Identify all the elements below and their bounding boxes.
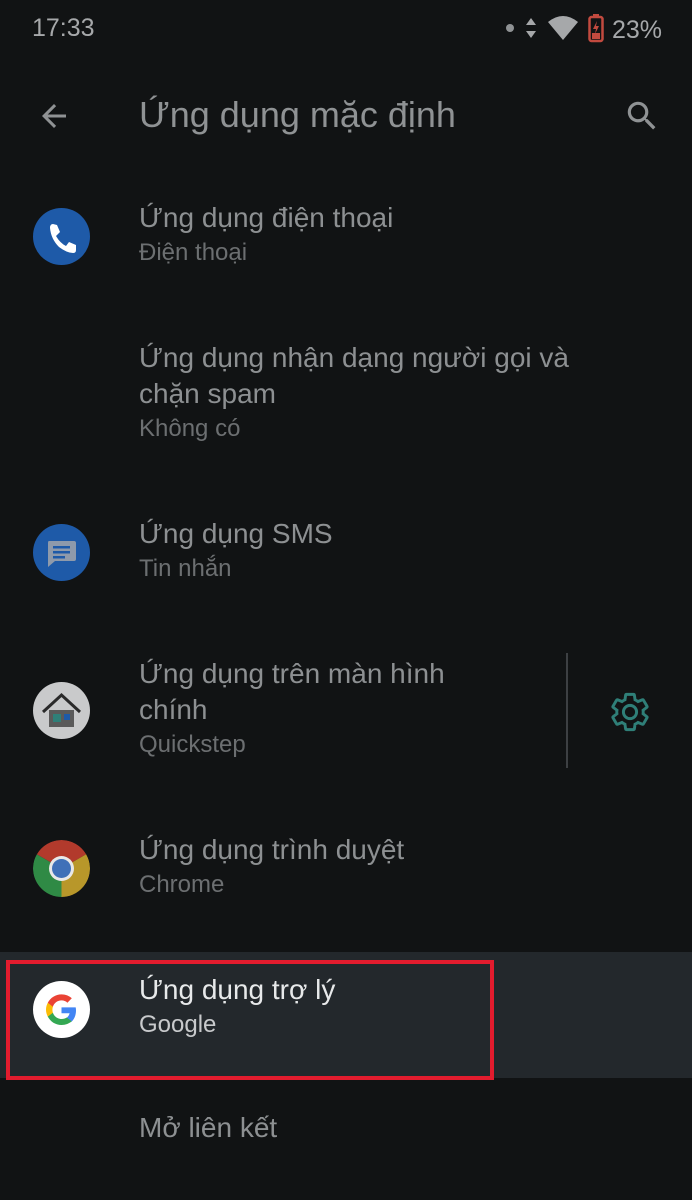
wifi-icon xyxy=(546,12,580,49)
gear-icon xyxy=(611,692,649,732)
item-title: Mở liên kết xyxy=(139,1112,278,1143)
item-subtitle: Điện thoại xyxy=(139,239,248,266)
item-subtitle: Tin nhắn xyxy=(139,555,232,582)
notification-dot-icon xyxy=(504,12,516,49)
status-icons: 23% xyxy=(504,12,662,49)
item-title: Ứng dụng SMS xyxy=(139,518,333,549)
back-arrow-icon xyxy=(42,104,66,128)
item-title-line1: Ứng dụng nhận dạng người gọi và xyxy=(139,342,570,373)
highlight-frame xyxy=(6,960,494,1080)
home-app-settings-button[interactable] xyxy=(604,686,656,738)
home-launcher-icon xyxy=(33,682,90,739)
list-item-sms-app[interactable]: Ứng dụng SMS Tin nhắn xyxy=(0,496,692,606)
item-title: Ứng dụng điện thoại xyxy=(139,202,394,233)
vertical-divider xyxy=(566,653,568,768)
item-subtitle: Quickstep xyxy=(139,731,246,758)
page-title: Ứng dụng mặc định xyxy=(139,94,456,135)
back-button[interactable] xyxy=(28,90,80,142)
status-bar: 17:33 23% xyxy=(0,0,692,60)
messages-icon xyxy=(33,524,90,581)
list-item-phone-app[interactable]: Ứng dụng điện thoại Điện thoại xyxy=(0,180,692,290)
item-title: Ứng dụng trình duyệt xyxy=(139,834,405,865)
list-item-browser-app[interactable]: Ứng dụng trình duyệt Chrome xyxy=(0,812,692,924)
item-subtitle: Không có xyxy=(139,415,241,442)
item-title-line2: chặn spam xyxy=(139,378,276,409)
item-title-line2: chính xyxy=(139,694,208,725)
phone-icon xyxy=(33,208,90,265)
list-item-caller-id-spam-app[interactable]: Ứng dụng nhận dạng người gọi và chặn spa… xyxy=(0,320,692,460)
data-transfer-icon xyxy=(524,12,538,49)
app-bar: Ứng dụng mặc định xyxy=(0,80,692,152)
search-icon xyxy=(627,101,656,130)
item-title-line1: Ứng dụng trên màn hình xyxy=(139,658,445,689)
status-time: 17:33 xyxy=(32,14,95,42)
battery-percent: 23% xyxy=(611,15,662,44)
search-button[interactable] xyxy=(616,90,668,142)
list-item-home-app[interactable]: Ứng dụng trên màn hình chính Quickstep xyxy=(0,636,692,776)
item-subtitle: Chrome xyxy=(139,871,225,898)
list-item-open-links[interactable]: Mở liên kết xyxy=(0,1100,692,1180)
battery-icon xyxy=(588,12,604,49)
chrome-icon xyxy=(33,840,90,897)
